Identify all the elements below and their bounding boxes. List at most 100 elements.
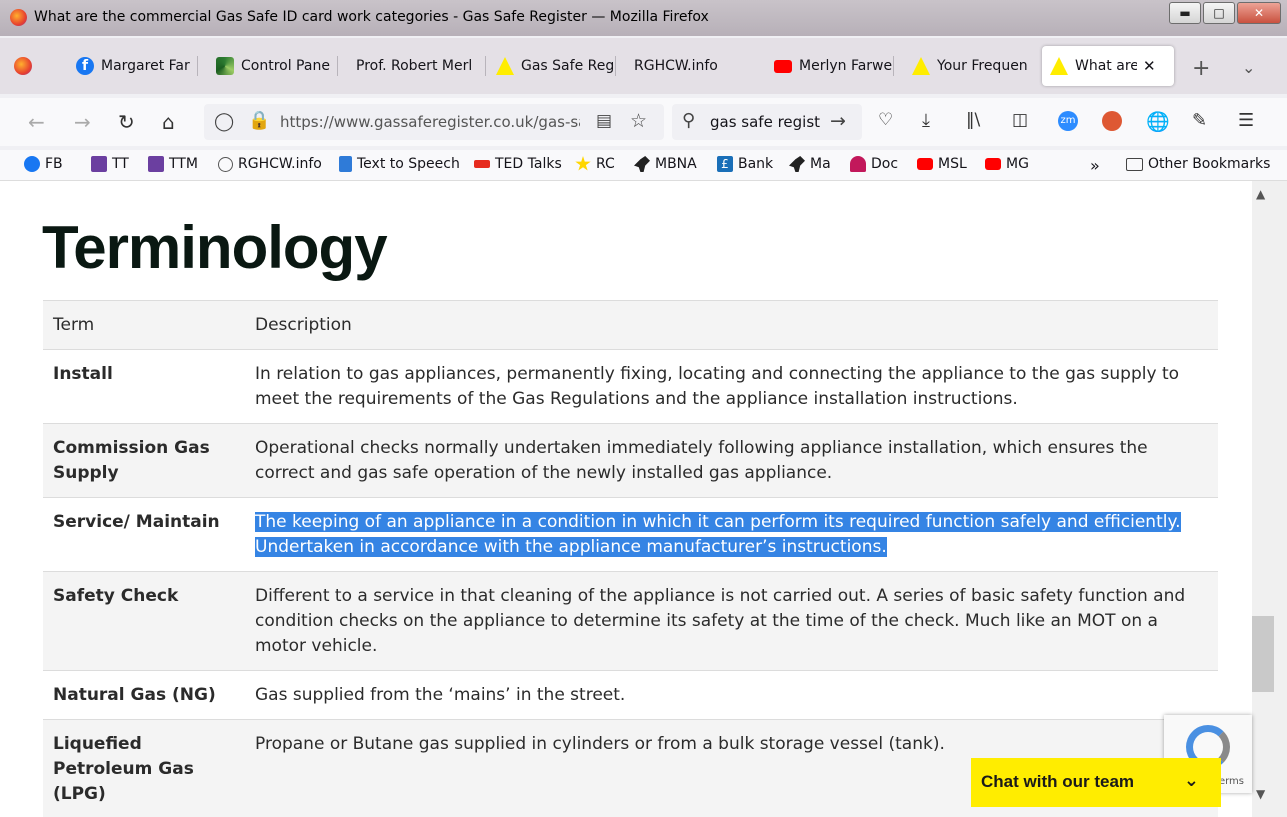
menu-hamburger-icon[interactable]: ☰: [1238, 110, 1254, 131]
pound-icon: £: [717, 156, 733, 172]
globe-extension-icon[interactable]: 🌐: [1146, 110, 1170, 133]
tab-label: RGHCW.info: [634, 58, 718, 74]
bookmark-msl[interactable]: MSL: [917, 156, 967, 172]
shield-icon[interactable]: ◯: [214, 111, 234, 132]
page-scrollbar[interactable]: ▲ ▼: [1252, 181, 1287, 817]
sidebar-icon[interactable]: ◫: [1012, 110, 1028, 130]
tab-firefox-view[interactable]: [14, 46, 58, 86]
search-bar[interactable]: ⚲ gas safe regist →: [672, 104, 862, 140]
tab-rghcw[interactable]: RGHCW.info: [634, 46, 754, 86]
term-cell: Install: [43, 349, 245, 424]
description-cell-selected: The keeping of an appliance in a conditi…: [245, 497, 1218, 572]
scroll-down-arrow-icon[interactable]: ▼: [1256, 787, 1265, 801]
table-row: Natural Gas (NG) Gas supplied from the ‘…: [43, 670, 1218, 720]
term-cell: Natural Gas (NG): [43, 670, 245, 720]
home-icon[interactable]: ⌂: [162, 110, 175, 134]
new-tab-button[interactable]: +: [1192, 56, 1210, 81]
downloads-icon[interactable]: ⤓: [922, 110, 930, 131]
bookmark-star-icon[interactable]: ☆: [630, 110, 647, 132]
star-icon: [575, 156, 591, 171]
term-cell: Commission Gas Supply: [43, 423, 245, 498]
search-input[interactable]: gas safe regist: [710, 113, 822, 131]
window-title: What are the commercial Gas Safe ID card…: [34, 9, 709, 25]
selected-text: The keeping of an appliance in a conditi…: [255, 512, 1181, 557]
more-bookmarks-chevron-icon[interactable]: »: [1090, 156, 1100, 175]
bookmark-text-to-speech[interactable]: Text to Speech: [339, 156, 460, 172]
bookmark-rc[interactable]: RC: [575, 156, 615, 172]
bookmark-ttm[interactable]: TTM: [148, 156, 198, 172]
back-arrow-icon[interactable]: ←: [28, 110, 45, 134]
tab-your-frequent[interactable]: Your Frequen: [912, 46, 1032, 86]
n-icon: [339, 156, 352, 172]
tab-label: Control Pane: [241, 58, 330, 74]
bookmark-tt[interactable]: TT: [91, 156, 129, 172]
bookmark-ted-talks[interactable]: TED Talks: [474, 156, 562, 172]
scroll-up-arrow-icon[interactable]: ▲: [1256, 187, 1265, 201]
tab-merlyn[interactable]: Merlyn Farwe: [774, 46, 894, 86]
description-cell: Operational checks normally undertaken i…: [245, 423, 1218, 498]
bookmark-mg[interactable]: MG: [985, 156, 1029, 172]
title-bar: What are the commercial Gas Safe ID card…: [0, 0, 1287, 36]
library-icon[interactable]: ‖\: [966, 110, 980, 130]
t-icon: [91, 156, 107, 172]
tab-label: Merlyn Farwe: [799, 58, 893, 74]
description-cell: Different to a service in that cleaning …: [245, 571, 1218, 671]
forward-arrow-icon[interactable]: →: [74, 110, 91, 134]
maximize-button[interactable]: □: [1203, 2, 1235, 24]
globe-icon: [218, 156, 233, 172]
chat-label: Chat with our team: [981, 772, 1135, 791]
table-row: Safety Check Different to a service in t…: [43, 571, 1218, 671]
firefox-icon: [14, 57, 32, 75]
bookmark-rghcw[interactable]: RGHCW.info: [218, 156, 322, 172]
pocket-icon[interactable]: ♡: [878, 110, 893, 130]
scrollbar-thumb[interactable]: [1252, 616, 1274, 692]
bookmark-mbna[interactable]: MBNA: [634, 156, 697, 172]
tab-label: Prof. Robert Merl: [356, 58, 473, 74]
firefox-window: What are the commercial Gas Safe ID card…: [0, 0, 1287, 817]
chat-with-team-button[interactable]: Chat with our team ⌄: [971, 758, 1221, 807]
page-heading: Terminology: [42, 214, 388, 281]
url-bar[interactable]: ◯ 🔒 https://www.gassaferegister.co.uk/ga…: [204, 104, 664, 140]
description-cell: Gas supplied from the ‘mains’ in the str…: [245, 670, 1218, 720]
gas-safe-logo-icon: [1050, 57, 1068, 75]
chevron-down-icon: ⌄: [1183, 770, 1199, 791]
other-bookmarks[interactable]: Other Bookmarks: [1126, 156, 1270, 172]
bookmark-ma[interactable]: Ma: [789, 156, 831, 172]
gas-safe-logo-icon: [912, 57, 930, 75]
reload-icon[interactable]: ↻: [118, 110, 135, 134]
minimize-button[interactable]: ▬: [1169, 2, 1201, 24]
youtube-icon: [774, 59, 792, 73]
term-cell: Service/ Maintain: [43, 497, 245, 572]
control-panel-icon: [216, 57, 234, 75]
tab-gas-safe-reg[interactable]: Gas Safe Reg: [496, 46, 616, 86]
tab-control-panel[interactable]: Control Pane: [216, 46, 338, 86]
search-go-arrow-icon[interactable]: →: [830, 110, 846, 132]
close-tab-icon[interactable]: ✕: [1143, 57, 1156, 75]
bookmark-doc[interactable]: Doc: [850, 156, 898, 172]
facebook-icon: f: [76, 57, 94, 75]
url-text[interactable]: https://www.gassaferegister.co.uk/gas-sa: [280, 113, 580, 131]
close-window-button[interactable]: ✕: [1237, 2, 1281, 24]
tab-label: Margaret Far: [101, 58, 190, 74]
list-tabs-chevron-down-icon[interactable]: ⌄: [1242, 58, 1255, 77]
tab-label: Your Frequen: [937, 58, 1028, 74]
zoom-extension-icon[interactable]: zm: [1058, 111, 1078, 131]
tab-prof-robert[interactable]: Prof. Robert Merl: [356, 46, 486, 86]
lock-icon[interactable]: 🔒: [248, 110, 270, 131]
reader-view-icon[interactable]: ▤: [596, 111, 612, 131]
tab-margaret[interactable]: f Margaret Far: [76, 46, 198, 86]
youtube-icon: [917, 158, 933, 170]
tab-label: What are t: [1075, 58, 1137, 74]
terminology-table: Term Description Install In relation to …: [43, 300, 1218, 817]
bookmark-bank[interactable]: £ Bank: [717, 156, 773, 172]
tab-what-are-active[interactable]: What are t ✕: [1042, 46, 1174, 86]
folder-icon: [1126, 157, 1143, 171]
extensions-icon[interactable]: ✎: [1192, 110, 1207, 131]
horse-icon: [634, 156, 650, 172]
page-content: Terminology Term Description Install In …: [0, 181, 1252, 817]
t-icon: [148, 156, 164, 172]
column-header-description: Description: [245, 300, 1218, 350]
bookmark-fb[interactable]: FB: [24, 156, 63, 172]
duckduckgo-icon[interactable]: [1102, 111, 1122, 131]
navigation-toolbar: ← → ↻ ⌂ ◯ 🔒 https://www.gassaferegister.…: [0, 98, 1287, 146]
